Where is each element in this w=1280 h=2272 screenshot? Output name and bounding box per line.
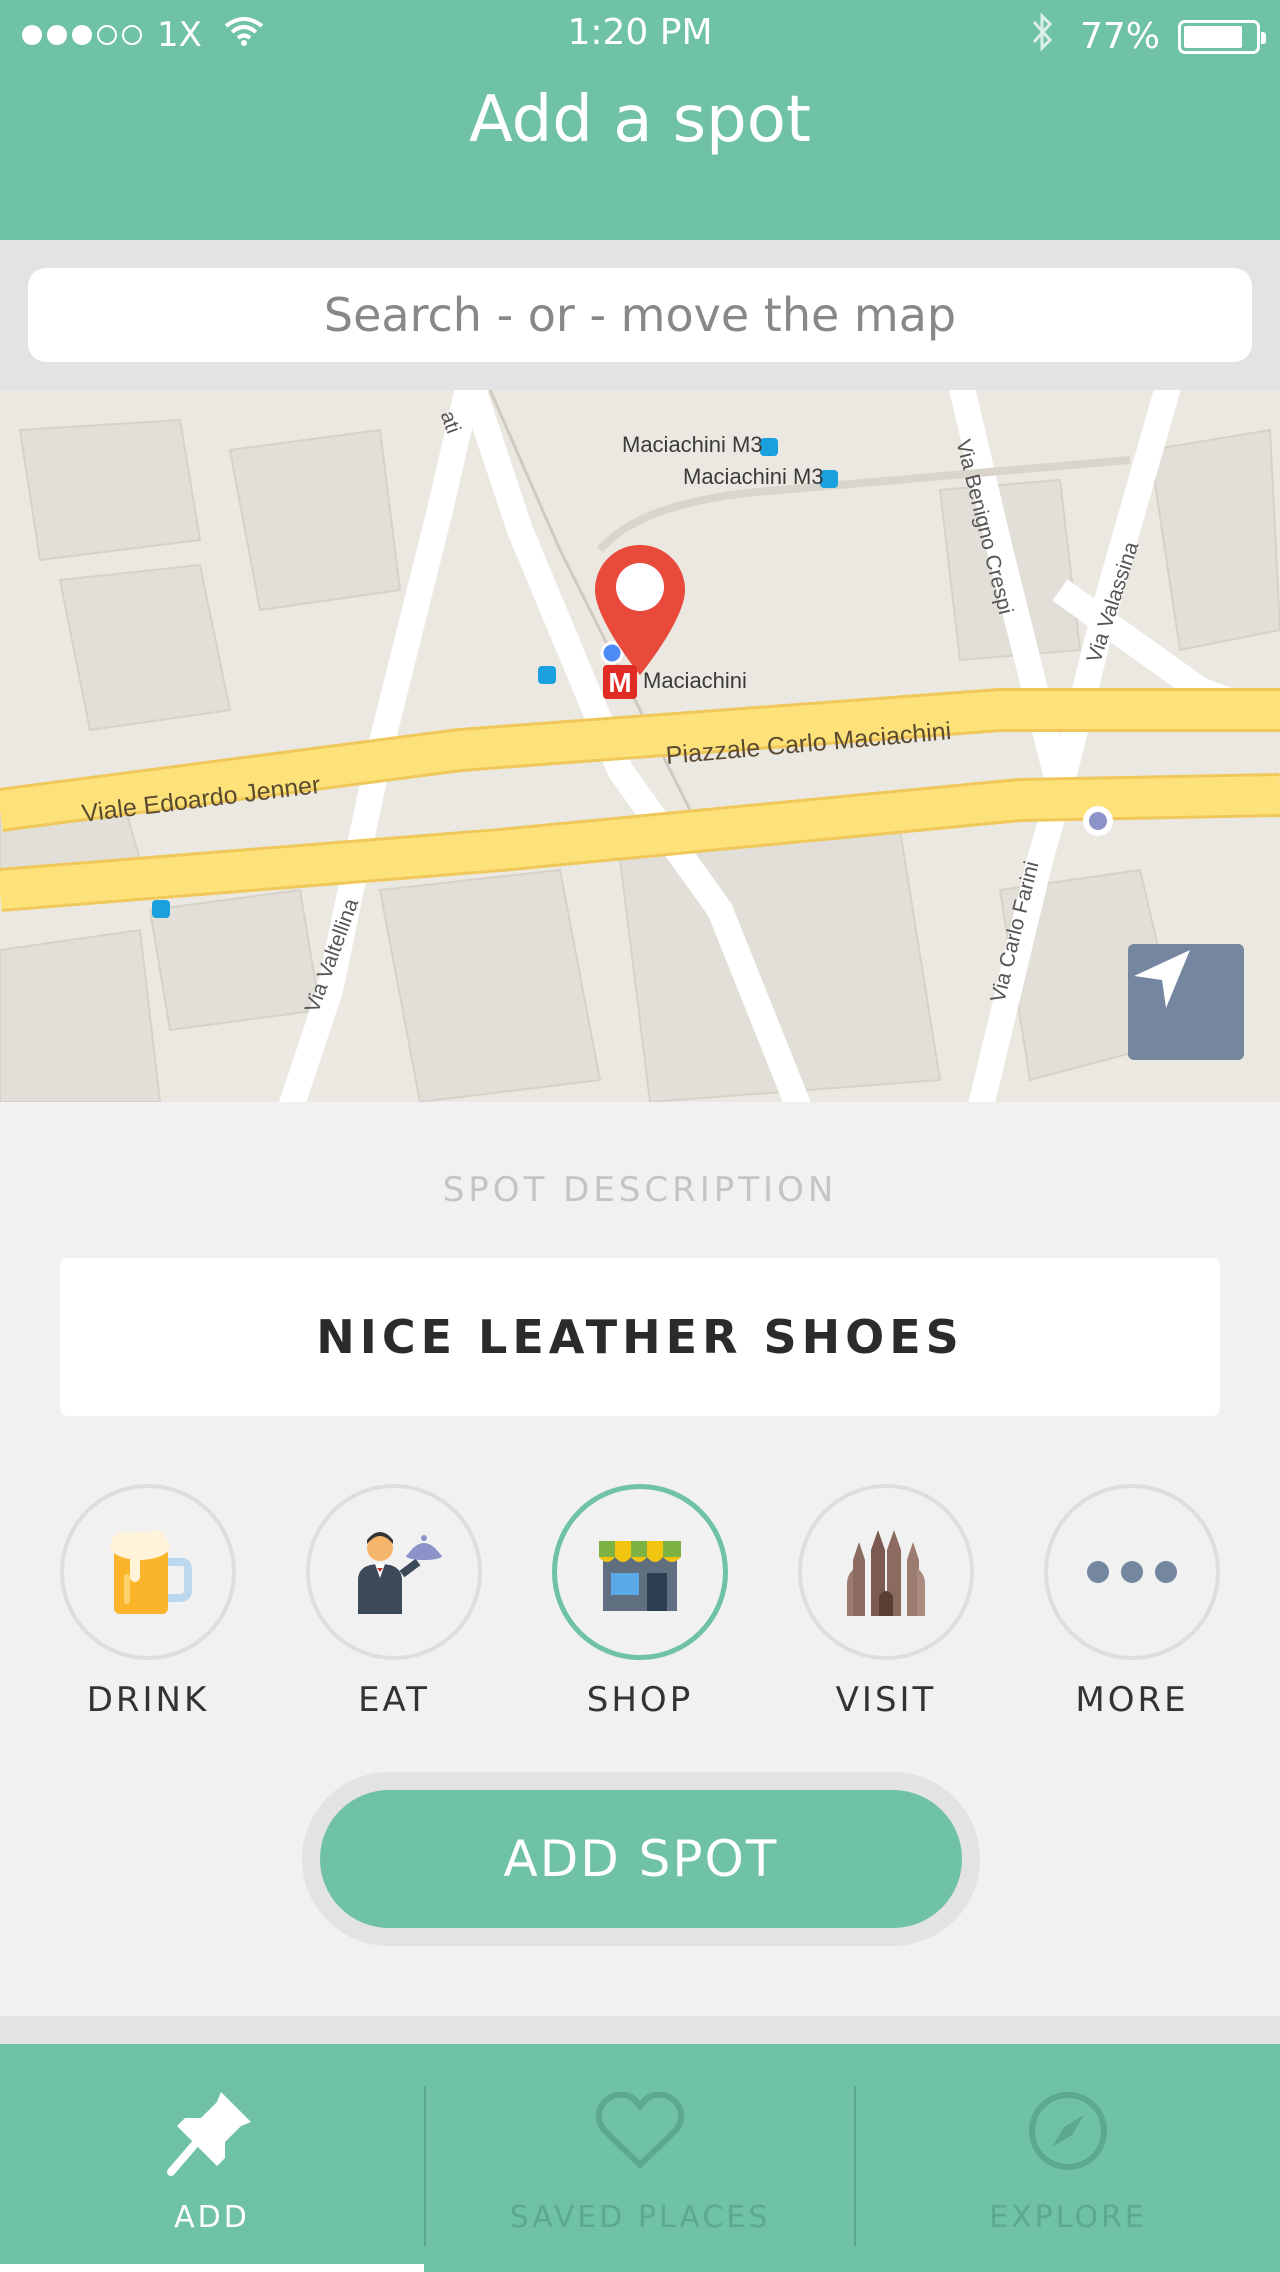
category-visit[interactable]: VISIT — [798, 1484, 974, 1720]
category-label: MORE — [1075, 1680, 1189, 1720]
battery-percent: 77% — [1079, 16, 1160, 57]
spot-description-field[interactable]: NICE LEATHER SHOES — [60, 1258, 1220, 1416]
active-tab-indicator — [0, 2264, 424, 2272]
category-more[interactable]: MORE — [1044, 1484, 1220, 1720]
status-right: 77% — [1032, 12, 1266, 61]
page-title: Add a spot — [468, 83, 812, 157]
tab-label: EXPLORE — [989, 2200, 1147, 2235]
compass-icon — [1029, 2092, 1107, 2170]
tab-label: ADD — [174, 2200, 250, 2235]
heart-icon — [595, 2091, 685, 2168]
waiter-icon — [358, 1532, 442, 1614]
tab-explore[interactable]: EXPLORE — [856, 2044, 1280, 2272]
status-bar: 1X 1:20 PM 77% — [0, 0, 1280, 70]
spot-description-label: SPOT DESCRIPTION — [442, 1170, 838, 1210]
category-eat[interactable]: EAT — [306, 1484, 482, 1720]
tab-bar: ADD SAVED PLACES EXPLORE — [0, 2044, 1280, 2272]
storefront-icon — [599, 1541, 681, 1611]
tab-add[interactable]: ADD — [0, 2044, 424, 2272]
map-canvas — [0, 390, 1280, 1102]
search-area — [0, 240, 1280, 390]
category-label: EAT — [358, 1680, 430, 1720]
navigation-arrow-icon — [1134, 950, 1190, 1008]
add-spot-button-wrapper: ADD SPOT — [302, 1772, 980, 1946]
category-label: DRINK — [86, 1680, 210, 1720]
battery-icon — [1178, 19, 1266, 54]
tab-saved-places[interactable]: SAVED PLACES — [426, 2044, 854, 2272]
tab-label: SAVED PLACES — [509, 2200, 771, 2235]
category-shop[interactable]: SHOP — [552, 1484, 728, 1720]
tabbar-separator — [0, 2016, 1280, 2044]
beer-mug-icon — [110, 1530, 192, 1614]
category-label: VISIT — [835, 1680, 937, 1720]
bluetooth-icon — [1032, 12, 1054, 61]
more-dots-icon — [1087, 1561, 1177, 1583]
category-drink[interactable]: DRINK — [60, 1484, 236, 1720]
map-label-station: Maciachini M3 — [622, 432, 763, 457]
app-header: 1X 1:20 PM 77% Add a spot — [0, 0, 1280, 240]
svg-text:M: M — [608, 667, 631, 698]
locate-me-button[interactable] — [1128, 944, 1244, 1060]
map-view[interactable]: Maciachini M3 Maciachini M3 Maciachini V… — [0, 390, 1280, 1102]
add-spot-button[interactable]: ADD SPOT — [320, 1790, 962, 1928]
pushpin-icon — [167, 2092, 251, 2176]
category-label: SHOP — [586, 1680, 694, 1720]
search-input[interactable] — [28, 268, 1252, 362]
cathedral-icon — [847, 1530, 925, 1616]
map-label-station: Maciachini M3 — [683, 464, 824, 489]
